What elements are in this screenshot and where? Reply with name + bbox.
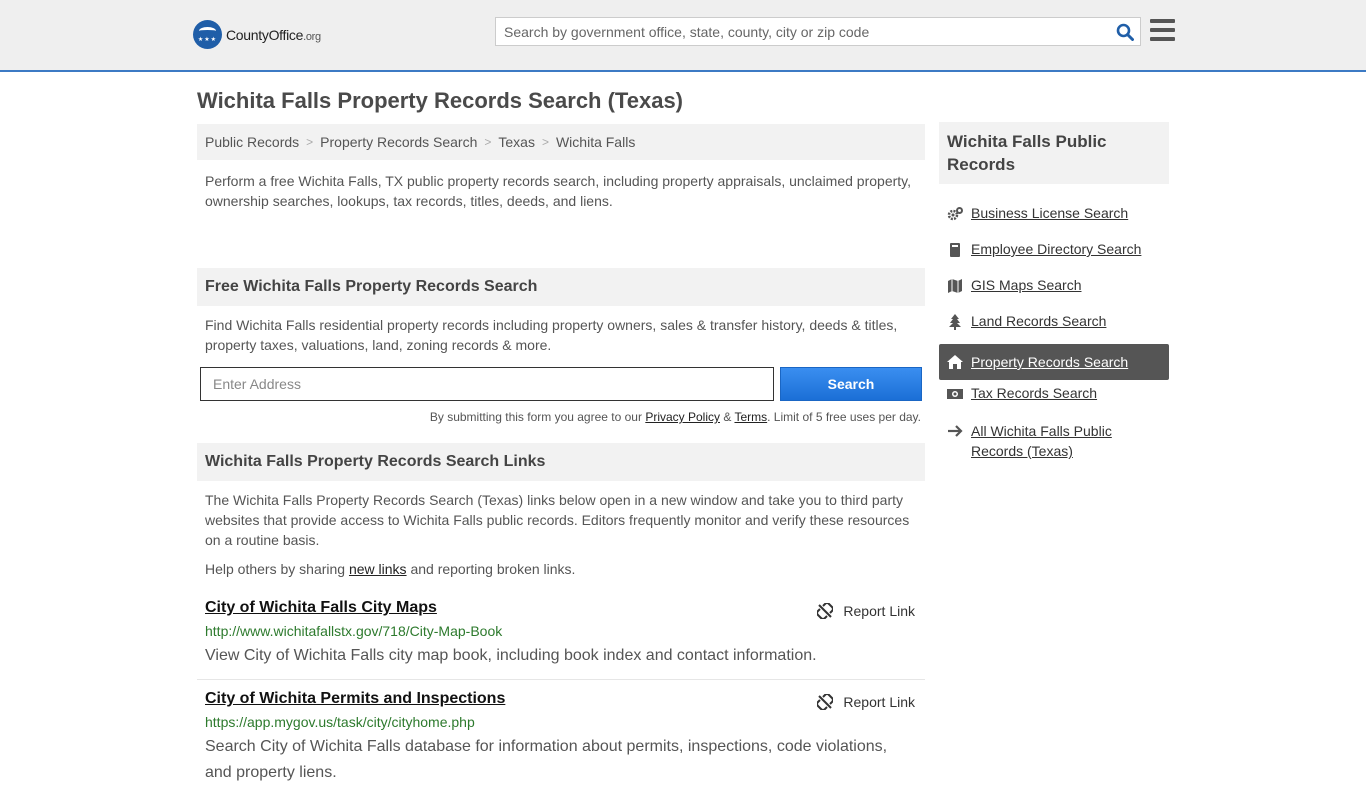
broken-link-icon [817,603,834,619]
list-item: City of Wichita Falls City Maps http://w… [197,589,925,680]
breadcrumb-property-records[interactable]: Property Records Search [320,134,477,150]
privacy-policy-link[interactable]: Privacy Policy [645,410,720,424]
resource-description: Search City of Wichita Falls database fo… [205,738,888,781]
report-link-button[interactable]: Report Link [817,603,915,619]
map-icon [948,279,962,293]
terms-notice: By submitting this form you agree to our… [429,410,921,424]
intro-text: Perform a free Wichita Falls, TX public … [205,173,912,209]
resource-link-title[interactable]: City of Wichita Falls City Maps [205,599,917,617]
hamburger-menu-icon[interactable] [1150,19,1175,41]
sidebar-item-tax-records[interactable]: Tax Records Search [939,380,1169,416]
list-item: City of Wichita Permits and Inspections … [197,680,925,796]
logo-text-county: County [226,26,269,43]
breadcrumb-separator: > [484,135,492,149]
address-search-button[interactable]: Search [780,367,922,401]
money-icon [947,389,963,399]
gears-icon [947,207,963,221]
new-links-link[interactable]: new links [349,561,407,577]
broken-link-icon [817,694,834,710]
resource-link-title[interactable]: City of Wichita Permits and Inspections [205,690,917,708]
resource-description: View City of Wichita Falls city map book… [205,647,817,664]
free-search-text: Find Wichita Falls residential property … [205,317,898,353]
book-icon [950,243,960,257]
home-icon [947,355,963,369]
report-link-button[interactable]: Report Link [817,694,915,710]
breadcrumb-separator: > [306,135,314,149]
sidebar: Wichita Falls Public Records Business Li… [939,122,1169,464]
links-heading: Wichita Falls Property Records Search Li… [197,443,925,481]
sidebar-item-gis-maps[interactable]: GIS Maps Search [939,272,1169,308]
site-search [495,17,1141,46]
breadcrumb-public-records[interactable]: Public Records [205,134,299,150]
breadcrumb-separator: > [541,135,549,149]
arrow-right-icon [948,425,963,437]
tree-icon [949,314,961,330]
page-title: Wichita Falls Property Records Search (T… [197,88,684,113]
sidebar-item-employee-directory[interactable]: Employee Directory Search [939,236,1169,272]
site-logo[interactable]: ★★★ CountyOffice.org [193,20,321,49]
breadcrumb-wichita-falls[interactable]: Wichita Falls [556,134,635,150]
eagle-seal-icon: ★★★ [193,20,222,49]
resource-url: https://app.mygov.us/task/city/cityhome.… [205,714,475,730]
free-search-heading: Free Wichita Falls Property Records Sear… [197,268,925,306]
sidebar-item-business-license[interactable]: Business License Search [939,200,1169,236]
links-intro-text: The Wichita Falls Property Records Searc… [205,492,910,548]
logo-text-org: .org [303,30,321,43]
breadcrumb-texas[interactable]: Texas [498,134,535,150]
site-header: ★★★ CountyOffice.org [0,0,1366,72]
main-content: Public Records > Property Records Search… [197,124,925,796]
search-button[interactable] [1110,18,1140,45]
sidebar-item-land-records[interactable]: Land Records Search [939,308,1169,344]
sidebar-list: Business License Search Employee Directo… [939,200,1169,464]
site-search-input[interactable] [496,18,1110,45]
search-icon [1116,23,1134,41]
terms-link[interactable]: Terms [734,410,767,424]
address-input[interactable] [200,367,774,401]
sidebar-heading: Wichita Falls Public Records [939,122,1169,184]
address-search-form: Search [197,367,925,401]
breadcrumb: Public Records > Property Records Search… [197,124,925,160]
resource-url: http://www.wichitafallstx.gov/718/City-M… [205,623,503,639]
help-text: Help others by sharing new links and rep… [205,561,576,577]
logo-text-office: Office [268,26,304,43]
sidebar-item-all-public-records[interactable]: All Wichita Falls Public Records (Texas) [939,416,1169,464]
sidebar-item-property-records[interactable]: Property Records Search [939,344,1169,380]
